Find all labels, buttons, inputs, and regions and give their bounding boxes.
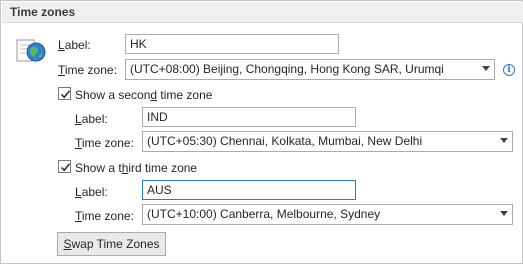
globe-clock-icon (16, 39, 46, 62)
second-timezone-caption: Time zone: (75, 136, 134, 150)
second-label-caption: Label: (75, 112, 108, 126)
primary-timezone-value: (UTC+08:00) Beijing, Chongqing, Hong Kon… (130, 62, 444, 76)
primary-timezone-caption: Time zone: (58, 63, 117, 77)
info-icon[interactable]: i (503, 64, 515, 76)
third-label-input[interactable]: AUS (142, 180, 356, 200)
second-timezone-checkbox-label[interactable]: Show a second time zone (75, 88, 212, 102)
chevron-down-icon (500, 211, 508, 216)
third-timezone-value: (UTC+10:00) Canberra, Melbourne, Sydney (147, 207, 381, 221)
chevron-down-icon (500, 138, 508, 143)
swap-time-zones-button[interactable]: Swap Time Zones (57, 232, 166, 256)
primary-label-input[interactable]: HK (125, 34, 339, 54)
second-timezone-checkbox[interactable] (58, 87, 71, 100)
primary-timezone-select[interactable]: (UTC+08:00) Beijing, Chongqing, Hong Kon… (125, 59, 495, 80)
third-label-caption: Label: (75, 185, 108, 199)
section-title: Time zones (10, 5, 76, 19)
second-timezone-value: (UTC+05:30) Chennai, Kolkata, Mumbai, Ne… (147, 134, 423, 148)
third-timezone-select[interactable]: (UTC+10:00) Canberra, Melbourne, Sydney (142, 204, 513, 225)
second-label-input[interactable]: IND (142, 107, 356, 127)
primary-label-caption: Label: (58, 38, 91, 52)
chevron-down-icon (482, 66, 490, 71)
checkmark-icon (60, 90, 71, 99)
section-header: Time zones (2, 2, 523, 23)
checkmark-icon (60, 163, 71, 172)
second-timezone-select[interactable]: (UTC+05:30) Chennai, Kolkata, Mumbai, Ne… (142, 131, 513, 152)
third-timezone-checkbox-label[interactable]: Show a third time zone (75, 161, 197, 175)
third-timezone-checkbox[interactable] (58, 160, 71, 173)
third-timezone-caption: Time zone: (75, 209, 134, 223)
